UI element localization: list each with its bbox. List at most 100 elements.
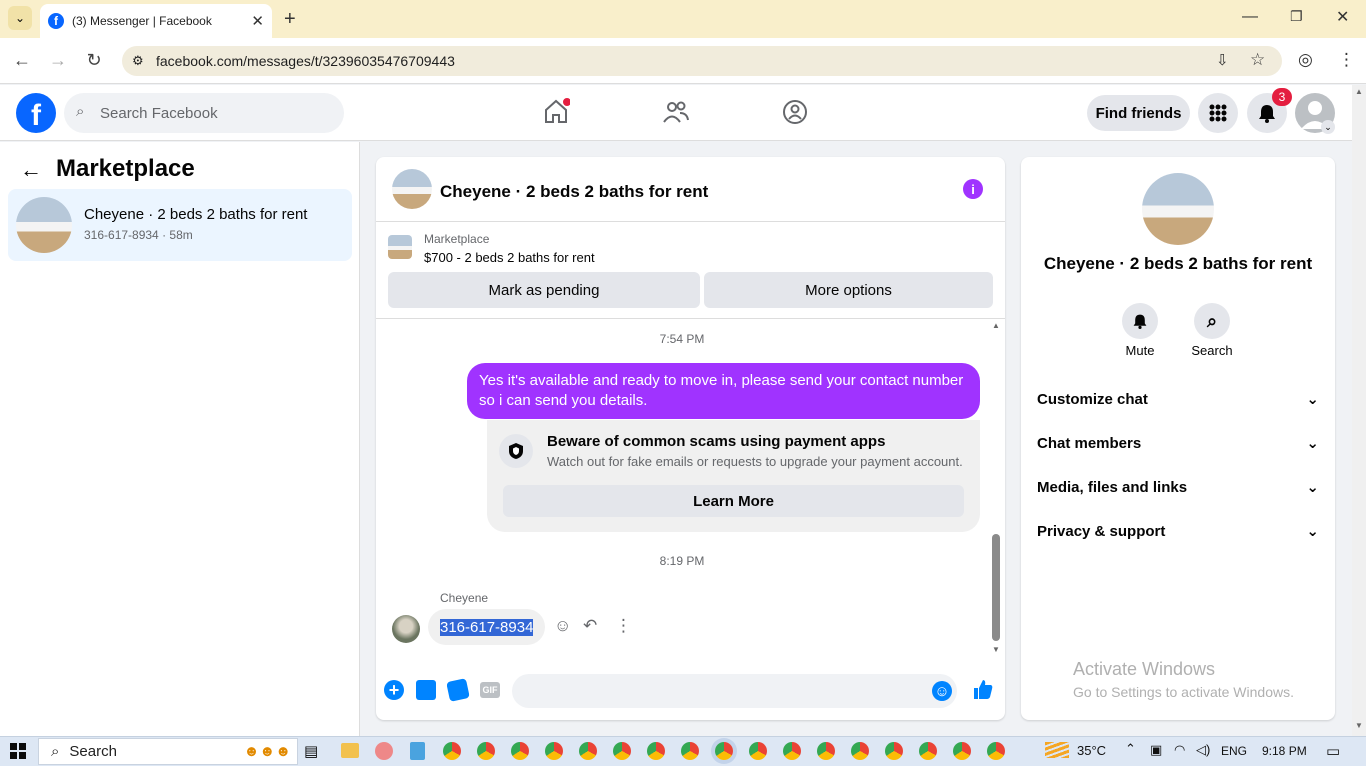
more-options-button[interactable]: More options bbox=[704, 272, 993, 308]
chrome-icon[interactable] bbox=[477, 742, 495, 760]
chrome-icon[interactable] bbox=[987, 742, 1005, 760]
incoming-message[interactable]: 316-617-8934 bbox=[428, 609, 546, 645]
info-icon[interactable]: i bbox=[963, 179, 983, 199]
more-actions-icon[interactable]: ⋮ bbox=[615, 616, 632, 636]
file-explorer-icon[interactable] bbox=[341, 743, 359, 758]
chat-members-row[interactable]: Chat members ⌄ bbox=[1037, 434, 1319, 453]
search-input[interactable]: ⌕ Search Facebook bbox=[64, 93, 344, 133]
thumbs-up-icon[interactable] bbox=[972, 678, 994, 700]
listing-text[interactable]: $700 - 2 beds 2 baths for rent bbox=[424, 250, 595, 265]
chat-scrollbar[interactable]: ▲ ▼ bbox=[990, 321, 1002, 655]
back-icon[interactable]: ← bbox=[8, 50, 36, 71]
windows-start-icon[interactable] bbox=[10, 743, 26, 759]
search-conversation-icon[interactable]: ⌕ bbox=[1194, 303, 1230, 339]
weather-icon[interactable] bbox=[1045, 742, 1069, 758]
close-tab-icon[interactable]: ✕ bbox=[251, 12, 264, 30]
chrome-icon[interactable] bbox=[817, 742, 835, 760]
groups-icon[interactable] bbox=[781, 98, 809, 126]
incoming-message-text: 316-617-8934 bbox=[440, 618, 534, 636]
url-bar[interactable]: ⚙ facebook.com/messages/t/32396035476709… bbox=[122, 46, 1282, 76]
chrome-icon[interactable] bbox=[579, 742, 597, 760]
learn-more-button[interactable]: Learn More bbox=[503, 485, 964, 517]
weather-temp[interactable]: 35°C bbox=[1077, 743, 1106, 758]
minimize-icon[interactable]: — bbox=[1242, 8, 1258, 26]
chrome-icon[interactable] bbox=[851, 742, 869, 760]
chrome-icon-active[interactable] bbox=[715, 742, 733, 760]
tab-search-dropdown-icon[interactable]: ⌄ bbox=[8, 6, 32, 30]
chrome-icon[interactable] bbox=[749, 742, 767, 760]
chrome-icon[interactable] bbox=[919, 742, 937, 760]
listing-icon bbox=[388, 235, 412, 259]
sender-avatar[interactable] bbox=[392, 615, 420, 643]
new-tab-icon[interactable]: + bbox=[284, 8, 296, 31]
forward-icon[interactable]: → bbox=[44, 50, 72, 71]
thread-item[interactable]: Cheyene · 2 beds 2 baths for rent 316-61… bbox=[8, 189, 352, 261]
sender-name: Cheyene bbox=[440, 591, 489, 605]
back-arrow-icon[interactable]: ← bbox=[20, 157, 42, 183]
activate-windows-text: Go to Settings to activate Windows. bbox=[1073, 684, 1294, 700]
search-placeholder: Search Facebook bbox=[100, 104, 218, 122]
site-info-icon[interactable]: ⚙ bbox=[132, 53, 144, 69]
scam-warning-card: Beware of common scams using payment app… bbox=[487, 420, 980, 532]
install-app-icon[interactable]: ⇩ bbox=[1216, 51, 1229, 69]
timestamp: 8:19 PM bbox=[659, 554, 705, 568]
account-chevron-icon[interactable]: ⌄ bbox=[1321, 120, 1335, 134]
divider bbox=[376, 318, 1005, 319]
url-text: facebook.com/messages/t/3239603547670944… bbox=[156, 53, 455, 69]
find-friends-button[interactable]: Find friends bbox=[1087, 95, 1190, 131]
media-files-links-row[interactable]: Media, files and links ⌄ bbox=[1037, 478, 1319, 497]
browser-tab[interactable]: f (3) Messenger | Facebook ✕ bbox=[40, 4, 272, 38]
scam-text: Watch out for fake emails or requests to… bbox=[547, 454, 963, 469]
message-input[interactable]: ☺ bbox=[512, 674, 957, 708]
scrollbar-thumb[interactable] bbox=[992, 534, 1000, 641]
add-attachment-icon[interactable]: + bbox=[384, 680, 404, 700]
notepad-icon[interactable] bbox=[410, 742, 425, 760]
chat-title[interactable]: Cheyene · 2 beds 2 baths for rent bbox=[440, 182, 708, 202]
chrome-icon[interactable] bbox=[511, 742, 529, 760]
gif-icon[interactable]: GIF bbox=[480, 682, 500, 698]
mute-label: Mute bbox=[1125, 343, 1155, 358]
task-view-icon[interactable]: ▤ bbox=[304, 742, 318, 760]
bookmark-star-icon[interactable]: ☆ bbox=[1250, 50, 1265, 70]
chrome-icon[interactable] bbox=[443, 742, 461, 760]
chrome-icon[interactable] bbox=[885, 742, 903, 760]
volume-icon[interactable]: ◁) bbox=[1196, 742, 1210, 758]
clock[interactable]: 9:18 PM bbox=[1262, 744, 1307, 758]
notification-center-icon[interactable]: ▭ bbox=[1326, 742, 1340, 760]
home-icon[interactable] bbox=[542, 97, 571, 125]
chat-avatar[interactable] bbox=[392, 169, 432, 209]
listing-thumbnail bbox=[16, 197, 72, 253]
profile-icon[interactable]: ◎ bbox=[1298, 50, 1313, 70]
restore-icon[interactable]: ❐ bbox=[1290, 8, 1303, 25]
thread-preview: 316-617-8934 · 58m bbox=[84, 228, 193, 242]
privacy-support-row[interactable]: Privacy & support ⌄ bbox=[1037, 522, 1319, 541]
close-window-icon[interactable]: ✕ bbox=[1336, 7, 1349, 27]
wifi-icon[interactable]: ◠ bbox=[1174, 742, 1185, 758]
language-indicator[interactable]: ENG bbox=[1221, 744, 1247, 758]
facebook-logo[interactable]: f bbox=[16, 93, 56, 133]
customize-chat-row[interactable]: Customize chat ⌄ bbox=[1037, 390, 1319, 409]
photo-icon[interactable] bbox=[416, 680, 436, 700]
page-scrollbar[interactable]: ▲ ▼ bbox=[1352, 85, 1366, 736]
chrome-menu-icon[interactable]: ⋮ bbox=[1338, 50, 1355, 70]
mute-bell-icon[interactable] bbox=[1122, 303, 1158, 339]
chrome-icon[interactable] bbox=[613, 742, 631, 760]
outgoing-message[interactable]: Yes it's available and ready to move in,… bbox=[467, 363, 980, 419]
react-emoji-icon[interactable]: ☺ bbox=[554, 616, 571, 636]
reload-icon[interactable]: ↻ bbox=[80, 50, 108, 71]
meet-now-icon[interactable]: ▣ bbox=[1150, 742, 1162, 758]
friends-icon[interactable] bbox=[662, 98, 690, 126]
chrome-icon[interactable] bbox=[647, 742, 665, 760]
chrome-icon[interactable] bbox=[681, 742, 699, 760]
taskbar-app-icon[interactable] bbox=[375, 742, 393, 760]
sticker-icon[interactable] bbox=[446, 678, 470, 702]
chrome-icon[interactable] bbox=[953, 742, 971, 760]
mark-as-pending-button[interactable]: Mark as pending bbox=[388, 272, 700, 308]
chrome-icon[interactable] bbox=[783, 742, 801, 760]
menu-grid-icon[interactable] bbox=[1198, 93, 1238, 133]
reply-icon[interactable]: ↶ bbox=[583, 616, 597, 636]
show-hidden-icons-icon[interactable]: ⌃ bbox=[1125, 741, 1136, 757]
taskbar-search-box[interactable]: ⌕ Search ☻☻☻ bbox=[38, 738, 298, 765]
emoji-icon[interactable]: ☺ bbox=[932, 681, 952, 701]
chrome-icon[interactable] bbox=[545, 742, 563, 760]
